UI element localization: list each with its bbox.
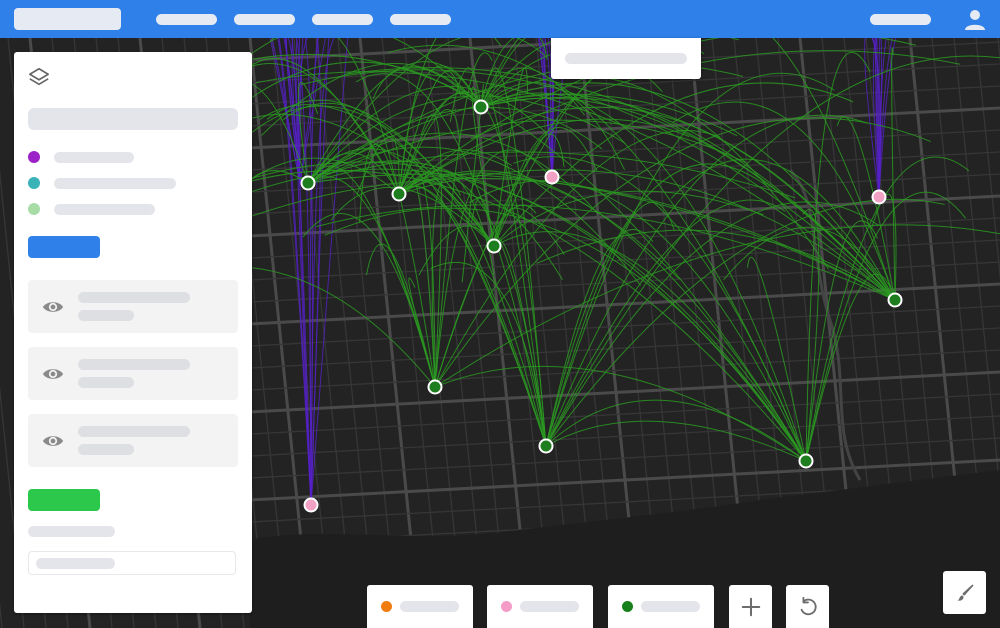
field-label [28,526,115,537]
legend-swatch-1 [381,601,392,612]
legend-dot-2 [28,177,40,189]
legend-label-1 [54,152,134,163]
legend-dot-3 [28,203,40,215]
plus-icon [741,597,760,616]
text-input[interactable] [28,551,236,575]
layer-card-title [78,292,190,303]
legend-dot-1 [28,151,40,163]
legend-card-1[interactable] [367,585,473,628]
layer-card-subtitle [78,444,134,455]
top-bar [0,0,1000,38]
layers-panel [14,52,252,613]
legend-card-3[interactable] [608,585,714,628]
green-node-marker[interactable] [486,238,502,254]
layer-card-title [78,426,190,437]
panel-title [28,108,238,130]
legend-label-2 [54,178,176,189]
green-node-marker[interactable] [538,438,554,454]
green-node-marker[interactable] [427,379,443,395]
green-node-marker[interactable] [473,99,489,115]
legend-swatch-3 [622,601,633,612]
nav-item-1[interactable] [156,14,217,25]
layers-icon[interactable] [28,66,50,88]
apply-button[interactable] [28,489,100,511]
layer-card[interactable] [28,280,238,333]
shoreline [250,168,1000,628]
nav-item-3[interactable] [312,14,373,25]
eye-icon[interactable] [42,430,64,452]
layer-card-subtitle [78,310,134,321]
layer-card[interactable] [28,347,238,400]
legend-card-label-1 [400,601,459,612]
map-info-box [551,38,701,79]
eye-icon[interactable] [42,363,64,385]
green-node-marker[interactable] [300,175,316,191]
pink-node-marker[interactable] [303,497,319,513]
user-icon[interactable] [963,7,987,31]
legend-label-3 [54,204,155,215]
rotate-ccw-icon [800,596,817,615]
eye-icon[interactable] [42,296,64,318]
nav-item-2[interactable] [234,14,295,25]
layer-card[interactable] [28,414,238,467]
pink-node-marker[interactable] [544,169,560,185]
paintbrush-icon [957,584,973,601]
layer-card-title [78,359,190,370]
reset-button[interactable] [786,585,829,628]
pink-node-marker[interactable] [871,189,887,205]
legend-card-label-3 [641,601,700,612]
app-logo[interactable] [14,8,121,30]
green-node-marker[interactable] [798,453,814,469]
green-node-marker[interactable] [887,292,903,308]
input-placeholder [36,558,115,569]
legend-swatch-2 [501,601,512,612]
info-box-label [565,53,687,64]
user-name[interactable] [870,14,931,25]
green-node-marker[interactable] [391,186,407,202]
add-button[interactable] [729,585,772,628]
nav-item-4[interactable] [390,14,451,25]
legend-card-label-2 [520,601,579,612]
layer-card-subtitle [78,377,134,388]
primary-button[interactable] [28,236,100,258]
legend-card-2[interactable] [487,585,593,628]
style-button[interactable] [943,571,986,614]
